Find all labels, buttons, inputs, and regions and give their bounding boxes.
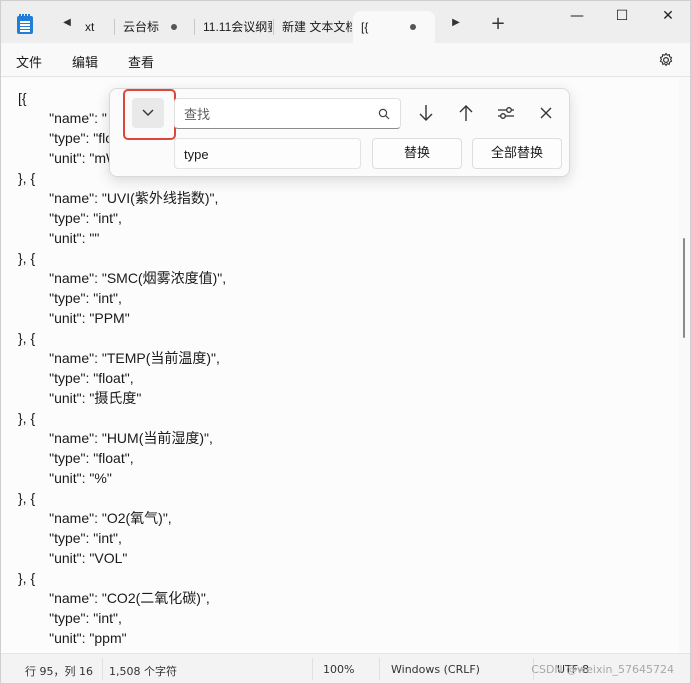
code-line: "unit": "VOL" <box>18 550 128 566</box>
replace-input-box[interactable] <box>174 138 364 169</box>
tab-1[interactable]: xt <box>77 11 113 43</box>
title-bar: ◀ xt 云台标 11.11会议纲要 新建 文本文档 [{ ▶ + — ☐ ✕ <box>1 1 690 43</box>
watermark: CSDN @weixin_57645724 <box>531 663 674 676</box>
find-next-arrow-down-icon[interactable] <box>412 99 440 127</box>
tab-label: xt <box>85 20 95 34</box>
tab-4[interactable]: 新建 文本文档 <box>274 11 352 43</box>
zoom-level[interactable]: 100% <box>323 663 354 676</box>
code-line: }, { <box>18 490 36 506</box>
minimize-button[interactable]: — <box>554 1 600 31</box>
status-divider <box>312 658 313 680</box>
menu-edit[interactable]: 编辑 <box>72 52 98 71</box>
code-line: "unit": "mW <box>18 150 120 166</box>
code-line: "name": "SMC(烟雾浓度值)", <box>18 270 227 286</box>
code-line: "unit": "ppm" <box>18 630 127 646</box>
code-line: "unit": "%" <box>18 470 112 486</box>
code-line: "type": "int", <box>18 210 122 226</box>
menu-file[interactable]: 文件 <box>16 52 42 71</box>
code-line: }, { <box>18 570 36 586</box>
code-line: "type": "float", <box>18 450 134 466</box>
tab-3[interactable]: 11.11会议纲要 <box>195 11 272 43</box>
annotation-highlight-box <box>123 89 176 140</box>
search-icon[interactable] <box>378 108 390 120</box>
code-line: "name": "HUM(当前湿度)", <box>18 430 213 446</box>
replace-all-button[interactable]: 全部替换 <box>472 138 562 169</box>
tab-scroll-right-icon[interactable]: ▶ <box>450 17 462 29</box>
tab-label: 11.11会议纲要 <box>203 20 272 34</box>
line-ending[interactable]: Windows (CRLF) <box>391 663 480 676</box>
status-divider <box>102 658 103 680</box>
tab-label: [{ <box>361 20 369 34</box>
find-options-sliders-icon[interactable] <box>492 99 520 127</box>
status-bar: 行 95，列 16 1,508 个字符 100% Windows (CRLF) … <box>1 653 690 683</box>
code-line: }, { <box>18 330 36 346</box>
menu-bar: 文件 编辑 查看 <box>1 43 690 77</box>
code-line: "name": "CO2(二氧化碳)", <box>18 590 210 606</box>
code-line: [{ <box>18 90 27 106</box>
replace-input[interactable] <box>184 144 364 164</box>
tab-label: 云台标 <box>123 20 160 34</box>
vertical-scrollbar[interactable] <box>680 78 688 653</box>
scrollbar-thumb[interactable] <box>683 238 685 338</box>
code-line: "unit": "" <box>18 230 100 246</box>
replace-button[interactable]: 替换 <box>372 138 462 169</box>
code-line: "name": "O2(氧气)", <box>18 510 172 526</box>
menu-view[interactable]: 查看 <box>128 52 154 71</box>
unsaved-dot-icon <box>410 24 416 30</box>
find-previous-arrow-up-icon[interactable] <box>452 99 480 127</box>
code-line: "type": "int", <box>18 610 122 626</box>
maximize-button[interactable]: ☐ <box>599 1 645 31</box>
new-tab-button[interactable]: + <box>490 15 506 33</box>
tab-scroll-left-icon[interactable]: ◀ <box>61 17 73 29</box>
code-line: }, { <box>18 170 36 186</box>
close-window-button[interactable]: ✕ <box>645 1 690 31</box>
code-line: }, { <box>18 250 36 266</box>
tab-2[interactable]: 云台标 <box>115 11 165 43</box>
code-line: "type": "flo <box>18 130 114 146</box>
code-line: "name": "TEMP(当前温度)", <box>18 350 220 366</box>
code-line: "name": " <box>18 110 107 126</box>
code-line: "name": "UVI(紫外线指数)", <box>18 190 219 206</box>
code-line: "type": "float", <box>18 370 134 386</box>
find-replace-panel: 替换 全部替换 <box>109 88 570 177</box>
status-divider <box>379 658 380 680</box>
character-count: 1,508 个字符 <box>109 665 177 678</box>
tab-5-active[interactable]: [{ <box>353 11 435 43</box>
code-line: "unit": "摄氏度" <box>18 390 142 406</box>
code-line: "type": "int", <box>18 290 122 306</box>
find-input[interactable] <box>184 104 364 124</box>
settings-gear-icon[interactable] <box>658 52 674 68</box>
code-line: }, { <box>18 410 36 426</box>
close-find-panel-icon[interactable] <box>532 99 560 127</box>
code-line: "type": "int", <box>18 530 122 546</box>
unsaved-dot-icon <box>171 24 177 30</box>
cursor-position: 行 95，列 16 <box>25 665 93 678</box>
notepad-app-icon <box>17 14 33 34</box>
find-input-box[interactable] <box>174 98 401 129</box>
code-line: "unit": "PPM" <box>18 310 130 326</box>
notepad-window: ◀ xt 云台标 11.11会议纲要 新建 文本文档 [{ ▶ + — ☐ ✕ … <box>0 0 691 684</box>
tab-label: 新建 文本文档 <box>282 20 352 34</box>
